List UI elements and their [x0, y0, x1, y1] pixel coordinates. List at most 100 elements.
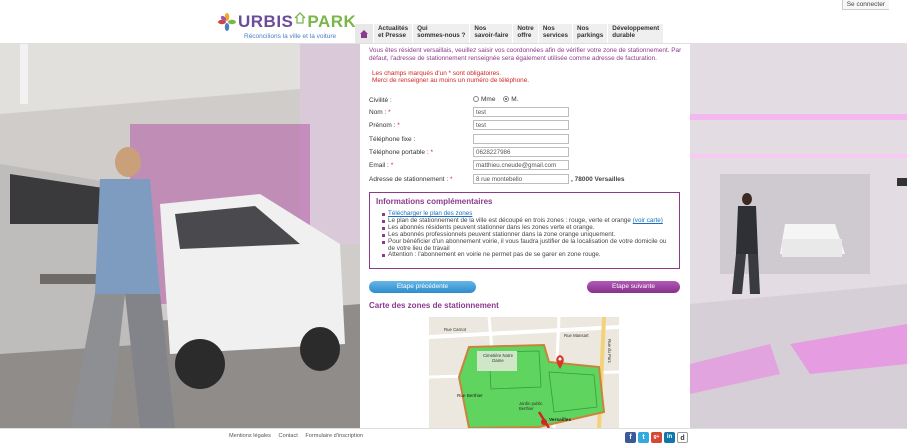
house-logo-icon: [294, 12, 306, 24]
tel-portable-input[interactable]: 0628227986: [473, 147, 569, 157]
adresse-label-text: Adresse de stationnement :: [369, 176, 449, 183]
civilite-row: Civilité : Mme M.: [369, 95, 679, 106]
civ-mme-label: Mme: [481, 96, 496, 103]
radio-m[interactable]: [503, 96, 510, 103]
brand-part2: PARK: [307, 12, 357, 31]
required-marker: *: [430, 149, 433, 156]
nav-item-services[interactable]: Nos services: [538, 24, 574, 43]
footer-links: Mentions légales Contact Formulaire d'in…: [229, 433, 369, 439]
city-postcode: , 78000 Versailles: [571, 176, 625, 183]
site-header: URBIS PARK Réconcilions la ville et la vo…: [0, 0, 907, 44]
linkedin-icon[interactable]: in: [664, 432, 675, 443]
required-marker: *: [449, 176, 453, 183]
nav-label: Nos: [577, 25, 589, 32]
social-icons: f t g+ in d: [625, 432, 688, 443]
nav-item-actualites[interactable]: Actualités et Presse: [374, 24, 414, 43]
email-label-text: Email :: [369, 162, 389, 169]
nav-label: Notre: [517, 25, 534, 32]
map-label-rue-carnot: Rue Carnot: [444, 327, 466, 332]
tel-fixe-label: Téléphone fixe :: [369, 136, 416, 143]
nom-label-text: Nom :: [369, 109, 387, 116]
civilite-label: Civilité :: [369, 97, 392, 104]
contact-link[interactable]: Contact: [279, 433, 298, 439]
nav-label: durable: [612, 32, 636, 39]
nav-label: sommes-nous ?: [417, 32, 466, 39]
nav-item-savoir-faire[interactable]: Nos savoir-faire: [470, 24, 514, 43]
mentions-legales-link[interactable]: Mentions légales: [229, 433, 271, 439]
nav-label: Actualités: [378, 25, 409, 32]
civilite-options: Mme M.: [473, 96, 525, 103]
zones-map-graphic: [429, 317, 619, 428]
map-label-rue-mansart: Rue Mansart: [564, 333, 589, 338]
nav-label: Qui: [417, 25, 428, 32]
dailymotion-icon[interactable]: d: [677, 432, 688, 443]
civ-mme-option[interactable]: Mme: [473, 96, 495, 103]
tel-fixe-row: Téléphone fixe :: [369, 134, 679, 145]
login-link[interactable]: Se connecter: [841, 0, 889, 10]
tel-portable-label: Téléphone portable : *: [369, 149, 433, 156]
nav-label: services: [542, 32, 569, 39]
parking-zones-map[interactable]: Cimetière Notre Dame Rue Berthier Rue Ma…: [429, 317, 619, 428]
map-label-rue-berthier: Rue Berthier: [457, 393, 483, 398]
adresse-row: Adresse de stationnement : * 8 rue monte…: [369, 174, 679, 185]
radio-mme[interactable]: [473, 96, 479, 103]
civ-m-label: M.: [511, 96, 519, 103]
nav-label: Nos: [474, 25, 487, 32]
required-marker: *: [397, 122, 400, 129]
nav-item-parkings[interactable]: Nos parkings: [573, 24, 609, 43]
nav-item-offre[interactable]: Notre offre: [513, 24, 539, 43]
next-step-button[interactable]: Etape suivante: [587, 281, 680, 293]
map-label-jardin: Jardin public Berthier: [519, 401, 543, 411]
nav-label: savoir-faire: [474, 32, 509, 39]
civ-m-option[interactable]: M.: [503, 96, 519, 103]
nom-input[interactable]: test: [473, 107, 569, 117]
adresse-label: Adresse de stationnement : *: [369, 176, 452, 183]
required-fields-notice: Les champs marqués d'un * sont obligatoi…: [372, 70, 502, 77]
map-label-cimetiere: Cimetière Notre Dame: [482, 353, 514, 363]
prenom-row: Prénom : * test: [369, 120, 679, 131]
voir-carte-link[interactable]: (voir carte): [633, 217, 663, 224]
google-plus-icon[interactable]: g+: [651, 432, 662, 443]
background-photo-left: [0, 44, 360, 428]
map-label-rue-parc: Rue du Parc: [607, 339, 612, 363]
nav-label: Nos: [542, 25, 555, 32]
home-button[interactable]: [355, 24, 374, 43]
map-label-versailles: Versailles: [549, 418, 572, 423]
facebook-icon[interactable]: f: [625, 432, 636, 443]
info-list: Télécharger le plan des zones Le plan de…: [376, 210, 673, 259]
required-marker: *: [390, 162, 394, 169]
urbispark-logo[interactable]: URBIS PARK Réconcilions la ville et la vo…: [218, 10, 356, 42]
tel-portable-row: Téléphone portable : * 0628227986: [369, 147, 679, 158]
tel-fixe-input[interactable]: [473, 134, 569, 144]
nom-row: Nom : * test: [369, 107, 679, 118]
email-label: Email : *: [369, 162, 393, 169]
parking-scene-right: [690, 44, 907, 428]
info-text: Le plan de stationnement de la ville est…: [388, 216, 631, 224]
prenom-input[interactable]: test: [473, 120, 569, 130]
info-box: Informations complémentaires Télécharger…: [369, 192, 680, 269]
tagline: Réconcilions la ville et la voiture: [244, 33, 337, 40]
brand-name: URBIS PARK: [238, 12, 356, 32]
adresse-input[interactable]: 8 rue montebello: [473, 174, 569, 184]
info-item: Pour bénéficier d'un abonnement voirie, …: [382, 238, 673, 253]
tel-portable-label-text: Téléphone portable :: [369, 149, 429, 156]
prenom-label: Prénom : *: [369, 122, 400, 129]
background-photo-right: [690, 44, 907, 428]
twitter-icon[interactable]: t: [638, 432, 649, 443]
required-marker: *: [388, 109, 391, 116]
main-nav: Actualités et Presse Qui sommes-nous ? Nos…: [355, 24, 665, 43]
inscription-link[interactable]: Formulaire d'inscription: [305, 433, 363, 439]
info-title: Informations complémentaires: [376, 197, 493, 206]
map-title: Carte des zones de stationnement: [369, 301, 499, 310]
intro-text: Vous êtes résident versaillais, veuillez…: [369, 47, 682, 62]
email-row: Email : * matthieu.cneude@gmail.com: [369, 160, 679, 171]
info-item: Attention : l'abonnement en voirie ne pe…: [382, 252, 673, 259]
site-footer: Mentions légales Contact Formulaire d'in…: [0, 428, 907, 446]
phone-notice: Merci de renseigner au moins un numéro d…: [372, 77, 530, 85]
previous-step-button[interactable]: Etape précédente: [369, 281, 476, 293]
nav-item-developpement-durable[interactable]: Développement durable: [608, 24, 665, 43]
main-content: Vous êtes résident versaillais, veuillez…: [360, 44, 690, 428]
nav-label: offre: [517, 32, 532, 39]
email-input[interactable]: matthieu.cneude@gmail.com: [473, 160, 569, 170]
nav-item-qui-sommes-nous[interactable]: Qui sommes-nous ?: [413, 24, 471, 43]
